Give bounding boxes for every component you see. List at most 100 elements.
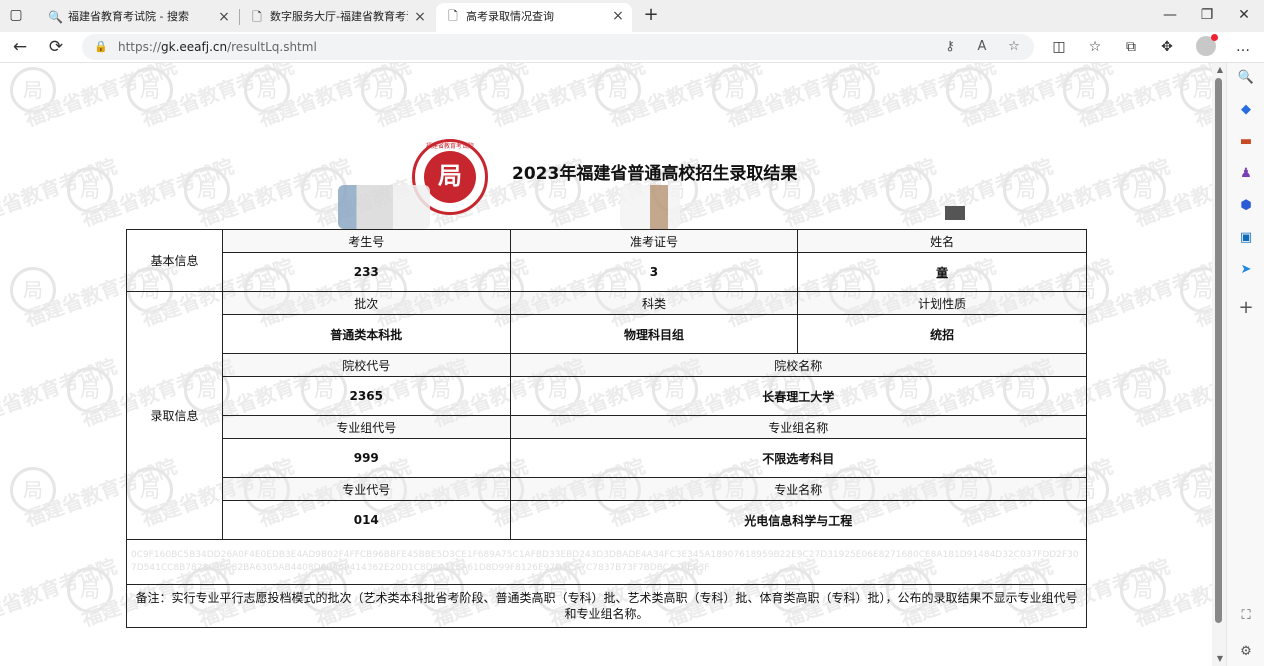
watermark-tile: 福建省教育考试院 [886,154,1056,231]
tab-service-hall[interactable]: 🗋 数字服务大厅-福建省教育考试院 × [240,4,434,30]
watermark-tile: 福建省教育考试院 [1120,154,1212,231]
reload-button[interactable]: ⟳ [44,35,68,59]
watermark-text: 福建省教育考试院 [195,154,354,232]
watermark-tile: 福建省教育考试院 [478,63,648,131]
watermark-text: 福建省教育考试院 [0,154,120,232]
scrollbar-thumb[interactable] [1215,78,1222,623]
games-icon[interactable]: ♟ [1237,165,1255,183]
watermark-seal-icon [361,67,407,113]
ticket-number-value: 3 [509,252,799,292]
favorite-star-icon[interactable]: ☆ [1004,37,1024,57]
close-icon[interactable]: × [610,3,626,30]
tab-label: 福建省教育考试院 - 搜索 [68,10,189,23]
watermark-tile: 福建省教育考试院 [829,63,999,131]
close-icon[interactable]: × [412,4,428,30]
edge-sidebar: 🔍 ◆ ▬ ♟ ⬢ ▣ ➤ + ⛶ ⚙ [1226,63,1264,666]
logo-ring-text: 福建省教育考试院 [425,143,474,150]
tab-label: 高考录取情况查询 [466,10,554,23]
back-button[interactable]: ← [8,35,32,59]
watermark-text: 福建省教育考试院 [606,63,765,132]
tab-admission-query[interactable]: 🗋 高考录取情况查询 × [436,3,632,32]
watermark-seal-icon [67,567,113,613]
url-path: /resultLq.shtml [227,40,317,54]
watermark-seal-icon [478,67,524,113]
more-menu-icon[interactable]: … [1232,36,1254,58]
watermark-text: 福建省教育考试院 [780,154,939,232]
key-icon[interactable]: ⚷ [940,37,960,57]
shopping-tag-icon[interactable]: ◆ [1237,101,1255,119]
address-toolbar: ← ⟳ 🔒 https://gk.eeafj.cn/resultLq.shtml… [0,32,1264,63]
watermark-seal-icon [1120,567,1166,613]
url-scheme: https:// [118,40,162,54]
lock-icon[interactable]: 🔒 [94,39,108,55]
profile-avatar[interactable] [1196,34,1218,56]
watermark-tile: 福建省教育考试院 [244,63,414,131]
plan-type-label: 计划性质 [797,291,1087,315]
restore-button[interactable]: ❐ [1192,2,1222,28]
toolbox-icon[interactable]: ▬ [1237,133,1255,151]
watermark-text: 福建省教育考试院 [138,63,297,132]
admission-result-table: 基本信息 考生号 准考证号 姓名 233 3 童 录取信息 批次 科类 计划性质… [126,229,1088,628]
ticket-number-label: 准考证号 [509,229,799,253]
school-code-label: 院校代号 [221,353,511,377]
watermark-seal-icon [1180,467,1212,513]
search-icon[interactable]: 🔍 [1237,69,1255,87]
watermark-seal-icon [67,367,113,413]
watermark-text: 福建省教育考试院 [78,154,237,232]
watermark-text: 福建省教育考试院 [957,63,1116,132]
watermark-tile: 福建省教育考试院 [361,63,531,131]
new-tab-button[interactable]: + [640,4,662,26]
sidebar-settings-icon[interactable]: ⚙ [1237,643,1255,661]
watermark-text: 福建省教育考试院 [0,354,120,432]
read-aloud-icon[interactable]: A [972,37,992,57]
collections-icon[interactable]: ⧉ [1120,36,1142,58]
minimize-button[interactable]: — [1155,2,1185,28]
page-icon: 🗋 [252,10,262,24]
exam-number-value: 233 [221,252,511,292]
watermark-text: 福建省教育考试院 [1191,454,1212,532]
name-value: 童 [797,252,1087,292]
scroll-down-arrow[interactable]: ▼ [1216,655,1224,663]
category-label: 科类 [509,291,799,315]
watermark-seal-icon [10,67,56,113]
redacted-ticket-number [620,185,680,229]
watermark-seal-icon [1003,167,1049,213]
url-text[interactable]: https://gk.eeafj.cn/resultLq.shtml [118,34,317,60]
watermark-text: 福建省教育考试院 [1074,63,1212,132]
microsoft-365-icon[interactable]: ⬢ [1237,197,1255,215]
remarks-note: 备注：实行专业平行志愿投档模式的批次（艺术类本科批省考阶段、普通类高职（专科）批… [126,584,1087,628]
watermark-tile: 福建省教育考试院 [1180,254,1212,331]
school-name-label: 院校名称 [509,353,1088,377]
watermark-text: 福建省教育考试院 [1191,254,1212,332]
watermark-text: 福建省教育考试院 [255,63,414,132]
address-bar[interactable]: 🔒 https://gk.eeafj.cn/resultLq.shtml ⚷ A… [82,34,1034,60]
watermark-seal-icon [712,67,758,113]
close-icon[interactable]: × [216,4,232,30]
favorites-icon[interactable]: ☆ [1084,36,1106,58]
extensions-icon[interactable]: ✥ [1156,36,1178,58]
verification-hash: 0C9F160BC5B34DD26A0F4E0EDB3E4AD9B02F4FFC… [126,539,1087,585]
watermark-text: 福建省教育考试院 [489,63,648,132]
major-group-code-label: 专业组代号 [221,415,511,439]
watermark-tile: 福建省教育考试院 [184,154,354,231]
logo-seal: 局 [424,151,476,203]
drop-icon[interactable]: ➤ [1237,261,1255,279]
name-label: 姓名 [797,229,1087,253]
window-close-button[interactable]: ✕ [1229,2,1259,28]
watermark-text: 福建省教育考试院 [1014,154,1173,232]
scroll-up-arrow[interactable]: ▲ [1216,66,1224,74]
watermark-seal-icon [1063,67,1109,113]
tab-search[interactable]: 🔍 福建省教育考试院 - 搜索 × [38,4,238,30]
watermark-text: 福建省教育考试院 [723,63,882,132]
watermark-text: 福建省教育考试院 [0,554,120,632]
outlook-icon[interactable]: ▣ [1237,229,1255,247]
logo-glyph: 局 [438,162,462,190]
tab-actions-icon[interactable]: ▢ [8,7,24,23]
watermark-text: 福建省教育考试院 [1074,254,1212,332]
split-screen-icon[interactable]: ◫ [1048,36,1070,58]
watermark-tile: 福建省教育考试院 [1120,354,1212,431]
add-sidebar-app-icon[interactable]: + [1237,299,1255,317]
screenshot-icon[interactable]: ⛶ [1237,607,1255,625]
watermark-text: 福建省教育考试院 [897,154,1056,232]
watermark-seal-icon [67,167,113,213]
